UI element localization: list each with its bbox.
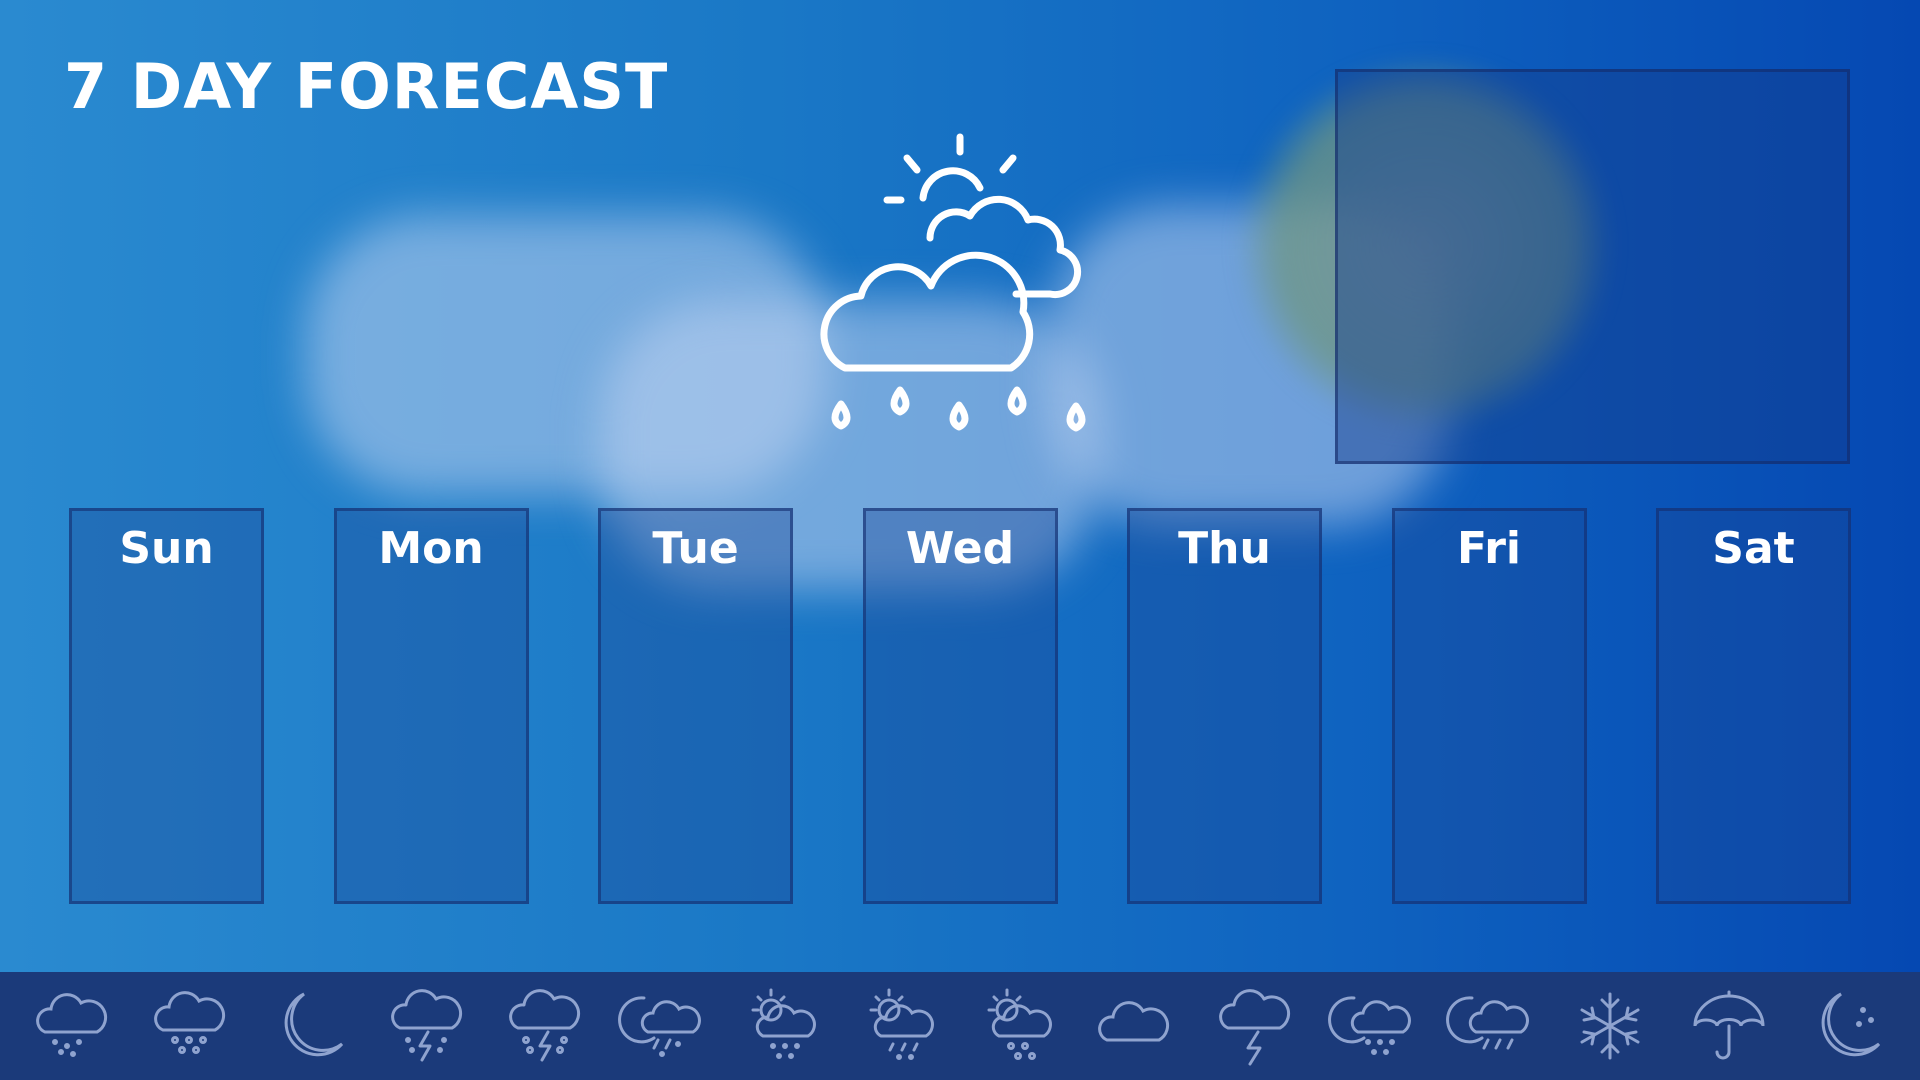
cloud-lightning-icon[interactable]	[1210, 980, 1302, 1072]
sun-cloud-rain-icon	[795, 128, 1125, 448]
cloud-lightning-hail-icon[interactable]	[500, 980, 592, 1072]
cloud-lightning-snow-icon[interactable]	[382, 980, 474, 1072]
day-cards: Sun Mon Tue Wed Thu Fri Sat	[69, 508, 1851, 904]
page-title: 7 DAY FORECAST	[64, 50, 669, 123]
cloud-icon[interactable]	[1091, 980, 1183, 1072]
snowflake-icon[interactable]	[1564, 980, 1656, 1072]
day-label: Wed	[905, 523, 1015, 574]
day-label: Thu	[1178, 523, 1271, 574]
day-card-wed[interactable]: Wed	[862, 508, 1058, 904]
moon-stars-icon[interactable]	[1801, 980, 1893, 1072]
day-card-sun[interactable]: Sun	[69, 508, 264, 904]
cloud-hail-icon[interactable]	[145, 980, 237, 1072]
crescent-moon-icon[interactable]	[264, 980, 356, 1072]
day-label: Sat	[1712, 523, 1795, 574]
sun-cloud-snow-icon[interactable]	[737, 980, 829, 1072]
day-card-tue[interactable]: Tue	[598, 508, 793, 904]
day-card-fri[interactable]: Fri	[1391, 508, 1587, 904]
day-label: Mon	[378, 523, 484, 574]
day-card-mon[interactable]: Mon	[333, 508, 529, 904]
sun-cloud-sleet-icon[interactable]	[855, 980, 947, 1072]
sun-cloud-hail-icon[interactable]	[973, 980, 1065, 1072]
weather-icon-bar	[0, 972, 1920, 1080]
cloud-snow-icon[interactable]	[27, 980, 119, 1072]
current-conditions-panel	[1335, 69, 1850, 464]
moon-cloud-snow-icon[interactable]	[1327, 980, 1420, 1072]
day-label: Sun	[119, 523, 214, 574]
moon-cloud-rain-icon[interactable]	[1446, 980, 1538, 1072]
day-label: Tue	[652, 523, 739, 574]
moon-cloud-sleet-icon[interactable]	[618, 980, 710, 1072]
day-card-sat[interactable]: Sat	[1656, 508, 1851, 904]
day-label: Fri	[1456, 523, 1522, 574]
day-card-thu[interactable]: Thu	[1127, 508, 1322, 904]
umbrella-icon[interactable]	[1683, 980, 1775, 1072]
